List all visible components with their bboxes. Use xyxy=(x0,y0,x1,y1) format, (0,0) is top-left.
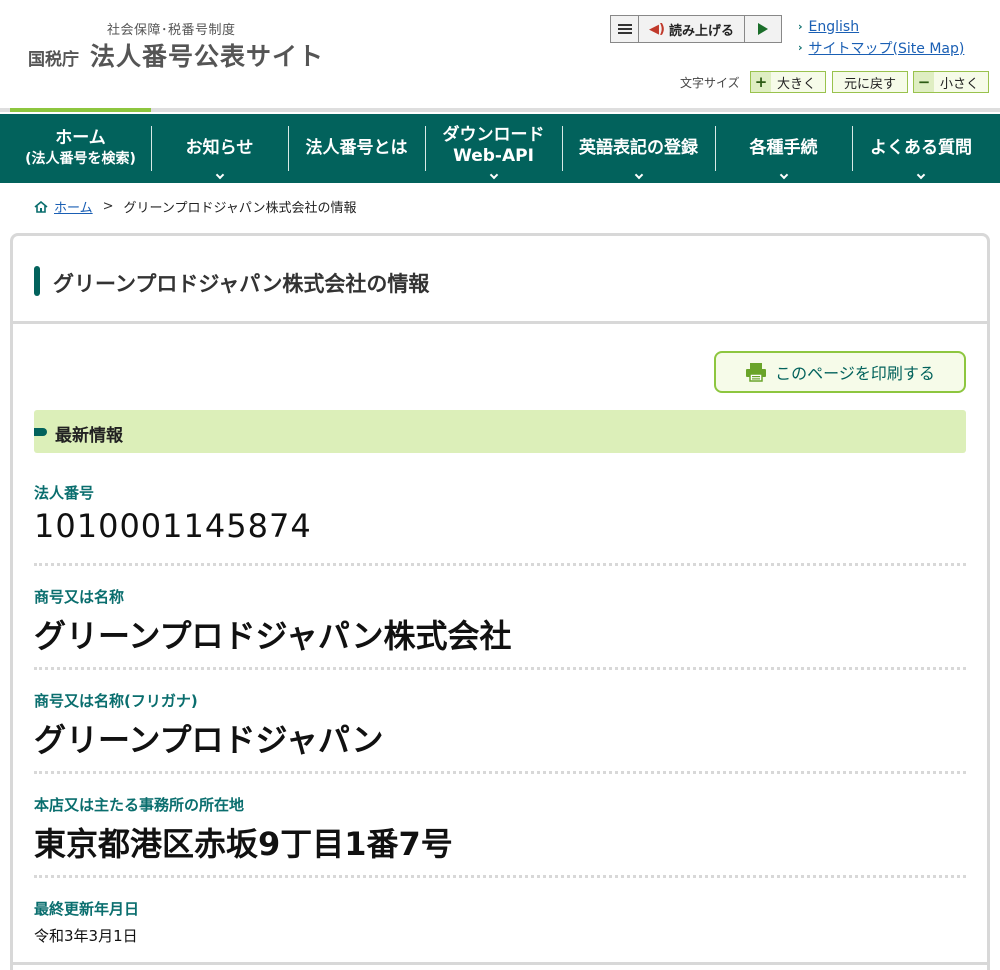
english-link-row: › English xyxy=(798,16,964,37)
nav-download-label: ダウンロード xyxy=(442,124,545,145)
last-updated-value: 令和3年3月1日 xyxy=(34,927,138,945)
read-aloud-button[interactable]: ◀) 読み上げる xyxy=(639,16,745,42)
chevron-down-icon xyxy=(634,170,643,180)
corporate-name-field: 商号又は名称 グリーンプロドジャパン株式会社 xyxy=(34,586,966,657)
nav-procedures[interactable]: 各種手続 xyxy=(715,114,852,183)
active-home-indicator xyxy=(10,108,151,112)
play-icon xyxy=(758,23,768,35)
chevron-down-icon xyxy=(215,170,224,180)
font-reset-button[interactable]: 元に戻す xyxy=(832,71,908,93)
nav-english-label: 英語表記の登録 xyxy=(579,138,698,158)
global-nav: ホーム (法人番号を検索) お知らせ 法人番号とは ダウンロード Web-API… xyxy=(0,114,1000,183)
address-value: 東京都港区赤坂9丁目1番7号 xyxy=(34,825,453,863)
nav-about-label: 法人番号とは xyxy=(305,138,408,158)
tts-menu-button[interactable] xyxy=(611,16,639,42)
nav-webapi-label: Web-API xyxy=(453,145,534,166)
field-label: 商号又は名称(フリガナ) xyxy=(34,692,198,710)
card-header: グリーンプロドジャパン株式会社の情報 xyxy=(13,236,987,324)
nav-download[interactable]: ダウンロード Web-API xyxy=(425,114,562,183)
nav-news-label: お知らせ xyxy=(185,138,254,158)
nav-home-sublabel: (法人番号を検索) xyxy=(25,150,136,167)
nav-about[interactable]: 法人番号とは xyxy=(288,114,425,183)
nav-procedures-label: 各種手続 xyxy=(749,138,818,158)
text-to-speech-toolbar: ◀) 読み上げる xyxy=(610,15,782,43)
dotted-divider xyxy=(34,667,966,670)
read-aloud-label: 読み上げる xyxy=(668,23,734,39)
chevron-right-icon: › xyxy=(798,20,803,33)
header-links: › English › サイトマップ(Site Map) xyxy=(798,16,964,58)
sitemap-link-row: › サイトマップ(Site Map) xyxy=(798,37,964,58)
font-larger-label: 大きく xyxy=(777,76,817,92)
field-label: 法人番号 xyxy=(34,484,95,502)
nav-faq-label: よくある質問 xyxy=(870,138,972,158)
corporate-number-value: 1010001145874 xyxy=(34,507,312,545)
last-updated-field: 最終更新年月日 令和3年3月1日 xyxy=(34,898,966,946)
english-link[interactable]: English xyxy=(809,19,860,35)
heading-marker xyxy=(34,428,47,436)
site-header: 社会保障･税番号制度 国税庁 法人番号公表サイト ◀) 読み上げる › Engl… xyxy=(0,0,1000,112)
corporation-info-card: グリーンプロドジャパン株式会社の情報 このページを印刷する 最新情報 法人番号 … xyxy=(10,233,990,970)
page-title: グリーンプロドジャパン株式会社の情報 xyxy=(53,272,430,296)
corporate-name-kana-field: 商号又は名称(フリガナ) グリーンプロドジャパン xyxy=(34,690,966,761)
chevron-down-icon xyxy=(779,170,788,180)
font-reset-label: 元に戻す xyxy=(843,76,896,92)
sitemap-link[interactable]: サイトマップ(Site Map) xyxy=(809,38,965,58)
site-subtitle: 社会保障･税番号制度 xyxy=(107,23,236,38)
font-larger-button[interactable]: + 大きく xyxy=(750,71,826,93)
print-page-button[interactable]: このページを印刷する xyxy=(714,351,966,393)
breadcrumb-current: グリーンプロドジャパン株式会社の情報 xyxy=(123,201,357,216)
latest-info-heading: 最新情報 xyxy=(34,410,966,453)
nav-home-label: ホーム xyxy=(55,127,106,148)
title-accent-bar xyxy=(34,266,40,296)
nav-faq[interactable]: よくある質問 xyxy=(852,114,990,183)
breadcrumb-home-link[interactable]: ホーム xyxy=(54,197,93,216)
print-label: このページを印刷する xyxy=(775,364,935,383)
minus-icon: − xyxy=(914,72,934,92)
corporate-name-kana-value: グリーンプロドジャパン xyxy=(34,721,384,759)
site-title-link[interactable]: 法人番号公表サイト xyxy=(90,37,324,73)
nav-english-registration[interactable]: 英語表記の登録 xyxy=(562,114,715,183)
card-bottom-divider xyxy=(13,962,987,965)
corporate-number-field: 法人番号 1010001145874 xyxy=(34,482,966,545)
nav-news[interactable]: お知らせ xyxy=(151,114,288,183)
section-title: 最新情報 xyxy=(55,426,123,446)
breadcrumb-separator: > xyxy=(102,199,114,214)
dotted-divider xyxy=(34,771,966,774)
home-icon xyxy=(34,200,48,213)
plus-icon: + xyxy=(751,72,771,92)
nav-home[interactable]: ホーム (法人番号を検索) xyxy=(10,114,151,183)
tts-play-button[interactable] xyxy=(745,16,781,42)
dotted-divider xyxy=(34,563,966,566)
agency-name: 国税庁 xyxy=(28,50,79,70)
address-field: 本店又は主たる事務所の所在地 東京都港区赤坂9丁目1番7号 xyxy=(34,794,966,865)
font-smaller-button[interactable]: − 小さく xyxy=(913,71,989,93)
speaker-icon: ◀) xyxy=(649,21,665,37)
dotted-divider xyxy=(34,875,966,878)
font-smaller-label: 小さく xyxy=(940,76,980,92)
breadcrumb: ホーム > グリーンプロドジャパン株式会社の情報 xyxy=(34,197,357,216)
chevron-down-icon xyxy=(916,170,926,180)
field-label: 最終更新年月日 xyxy=(34,900,140,918)
chevron-down-icon xyxy=(489,170,498,180)
chevron-right-icon: › xyxy=(798,41,803,54)
field-label: 商号又は名称 xyxy=(34,588,125,606)
menu-icon xyxy=(617,28,632,30)
corporate-name-value: グリーンプロドジャパン株式会社 xyxy=(34,617,512,655)
field-label: 本店又は主たる事務所の所在地 xyxy=(34,796,245,814)
font-size-label: 文字サイズ xyxy=(680,76,740,90)
printer-icon xyxy=(746,363,767,382)
